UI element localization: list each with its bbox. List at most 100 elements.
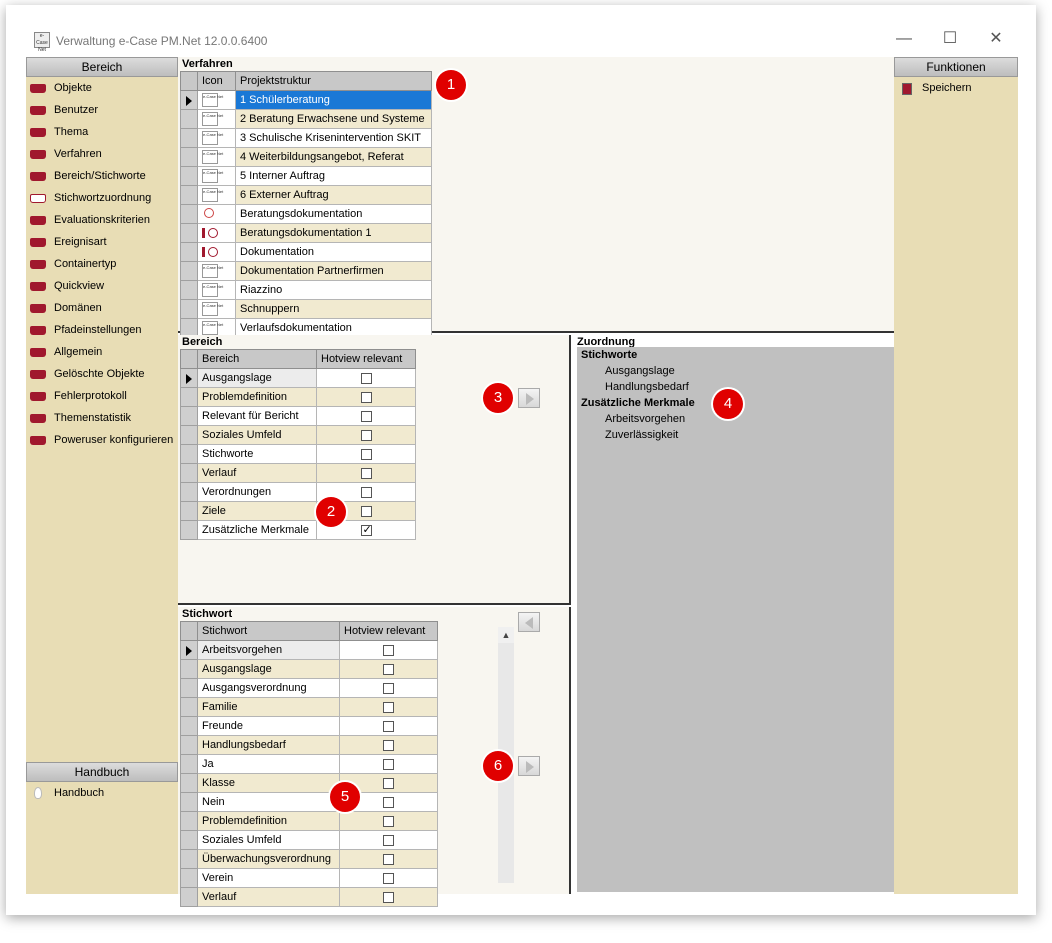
table-row[interactable]: Zusätzliche Merkmale xyxy=(180,520,416,540)
tree-item[interactable]: Arbeitsvorgehen xyxy=(577,411,920,427)
hotview-checkbox[interactable] xyxy=(383,853,394,865)
row-header[interactable] xyxy=(180,242,198,262)
row-header[interactable] xyxy=(180,109,198,129)
row-header[interactable] xyxy=(180,299,198,319)
table-row[interactable]: Überwachungsverordnung xyxy=(180,849,438,869)
row-header[interactable] xyxy=(180,185,198,205)
nav-item[interactable]: Benutzer xyxy=(26,99,178,121)
table-row[interactable]: Verordnungen xyxy=(180,482,416,502)
column-header-stichwort[interactable]: Stichwort xyxy=(197,621,340,641)
hotview-checkbox[interactable] xyxy=(383,872,394,884)
row-header[interactable] xyxy=(180,425,198,445)
close-button[interactable]: ✕ xyxy=(976,28,1016,50)
table-row[interactable]: e-Case Net 4 Weiterbildungsangebot, Refer… xyxy=(180,147,432,167)
tree-group[interactable]: Zusätzliche Merkmale xyxy=(577,395,920,411)
table-row[interactable]: e-Case Net Riazzino xyxy=(180,280,432,300)
hotview-checkbox[interactable] xyxy=(360,486,372,498)
hotview-checkbox[interactable] xyxy=(383,720,394,732)
row-header[interactable] xyxy=(180,501,198,521)
row-header[interactable] xyxy=(180,261,198,281)
tree-item[interactable]: Zuverlässigkeit xyxy=(577,427,920,443)
table-row[interactable]: Ausgangsverordnung xyxy=(180,678,438,698)
table-row[interactable]: e-Case Net 1 Schülerberatung xyxy=(180,90,432,110)
row-header[interactable] xyxy=(180,887,198,907)
hotview-checkbox[interactable] xyxy=(383,834,394,846)
scroll-up-arrow-icon[interactable]: ▲ xyxy=(498,627,514,643)
hotview-checkbox[interactable] xyxy=(383,815,394,827)
row-header[interactable] xyxy=(180,166,198,186)
table-row[interactable]: Dokumentation xyxy=(180,242,432,262)
nav-item[interactable]: Allgemein xyxy=(26,341,178,363)
hotview-checkbox[interactable] xyxy=(360,467,372,479)
table-row[interactable]: e-Case Net Schnuppern xyxy=(180,299,432,319)
row-header[interactable] xyxy=(180,640,198,660)
table-row[interactable]: Soziales Umfeld xyxy=(180,425,416,445)
row-header[interactable] xyxy=(180,754,198,774)
row-header[interactable] xyxy=(180,280,198,300)
nav-item[interactable]: Pfadeinstellungen xyxy=(26,319,178,341)
row-header[interactable] xyxy=(180,387,198,407)
hotview-checkbox[interactable] xyxy=(360,410,372,422)
nav-item[interactable]: Bereich/Stichworte xyxy=(26,165,178,187)
row-header[interactable] xyxy=(180,773,198,793)
row-header[interactable] xyxy=(180,128,198,148)
column-header-hotview[interactable]: Hotview relevant xyxy=(316,349,416,369)
nav-item[interactable]: Fehlerprotokoll xyxy=(26,385,178,407)
hotview-checkbox[interactable] xyxy=(360,523,372,536)
table-row[interactable]: Stichworte xyxy=(180,444,416,464)
table-row[interactable]: Familie xyxy=(180,697,438,717)
hotview-checkbox[interactable] xyxy=(360,391,372,403)
nav-item[interactable]: Stichwortzuordnung xyxy=(26,187,178,209)
nav-item[interactable]: Quickview xyxy=(26,275,178,297)
hotview-checkbox[interactable] xyxy=(383,739,394,751)
table-row[interactable]: Ziele xyxy=(180,501,416,521)
maximize-button[interactable]: ☐ xyxy=(930,28,970,50)
table-row[interactable]: Ja xyxy=(180,754,438,774)
nav-item[interactable]: Ereignisart xyxy=(26,231,178,253)
nav-item[interactable]: Evaluationskriterien xyxy=(26,209,178,231)
table-row[interactable]: e-Case Net 3 Schulische Kriseninterventio… xyxy=(180,128,432,148)
nav-item[interactable]: Poweruser konfigurieren xyxy=(26,429,178,451)
tree-item[interactable]: Ausgangslage xyxy=(577,363,920,379)
row-header[interactable] xyxy=(180,659,198,679)
row-header[interactable] xyxy=(180,792,198,812)
save-button[interactable]: Speichern xyxy=(894,77,1018,99)
row-header[interactable] xyxy=(180,147,198,167)
nav-item[interactable]: Verfahren xyxy=(26,143,178,165)
table-row[interactable]: Klasse xyxy=(180,773,438,793)
move-right-button-stichwort[interactable] xyxy=(518,756,540,776)
table-row[interactable]: Freunde xyxy=(180,716,438,736)
hotview-checkbox[interactable] xyxy=(383,644,394,656)
nav-item[interactable]: Themenstatistik xyxy=(26,407,178,429)
column-header-bereich[interactable]: Bereich xyxy=(197,349,317,369)
hotview-checkbox[interactable] xyxy=(383,891,394,903)
column-header-icon[interactable]: Icon xyxy=(197,71,236,91)
table-row[interactable]: Ausgangslage xyxy=(180,659,438,679)
row-header[interactable] xyxy=(180,868,198,888)
table-row[interactable]: e-Case Net 2 Beratung Erwachsene und Syst… xyxy=(180,109,432,129)
column-header-projektstruktur[interactable]: Projektstruktur xyxy=(235,71,432,91)
table-row[interactable]: Beratungsdokumentation 1 xyxy=(180,223,432,243)
hotview-checkbox[interactable] xyxy=(383,701,394,713)
minimize-button[interactable]: — xyxy=(884,28,924,50)
table-row[interactable]: Problemdefinition xyxy=(180,811,438,831)
hotview-checkbox[interactable] xyxy=(383,758,394,770)
table-row[interactable]: Beratungsdokumentation xyxy=(180,204,432,224)
table-row[interactable]: Arbeitsvorgehen xyxy=(180,640,438,660)
row-header[interactable] xyxy=(180,520,198,540)
nav-item-handbuch[interactable]: Handbuch xyxy=(26,782,178,804)
table-row[interactable]: Relevant für Bericht xyxy=(180,406,416,426)
row-header[interactable] xyxy=(180,444,198,464)
nav-item[interactable]: Objekte xyxy=(26,77,178,99)
table-row[interactable]: Soziales Umfeld xyxy=(180,830,438,850)
nav-item[interactable]: Domänen xyxy=(26,297,178,319)
nav-item[interactable]: Gelöschte Objekte xyxy=(26,363,178,385)
table-row[interactable]: Verein xyxy=(180,868,438,888)
row-header[interactable] xyxy=(180,90,198,110)
table-row[interactable]: Verlauf xyxy=(180,887,438,907)
hotview-checkbox[interactable] xyxy=(383,663,394,675)
table-row[interactable]: Problemdefinition xyxy=(180,387,416,407)
table-row[interactable]: e-Case Net 6 Externer Auftrag xyxy=(180,185,432,205)
row-header[interactable] xyxy=(180,204,198,224)
row-header[interactable] xyxy=(180,368,198,388)
